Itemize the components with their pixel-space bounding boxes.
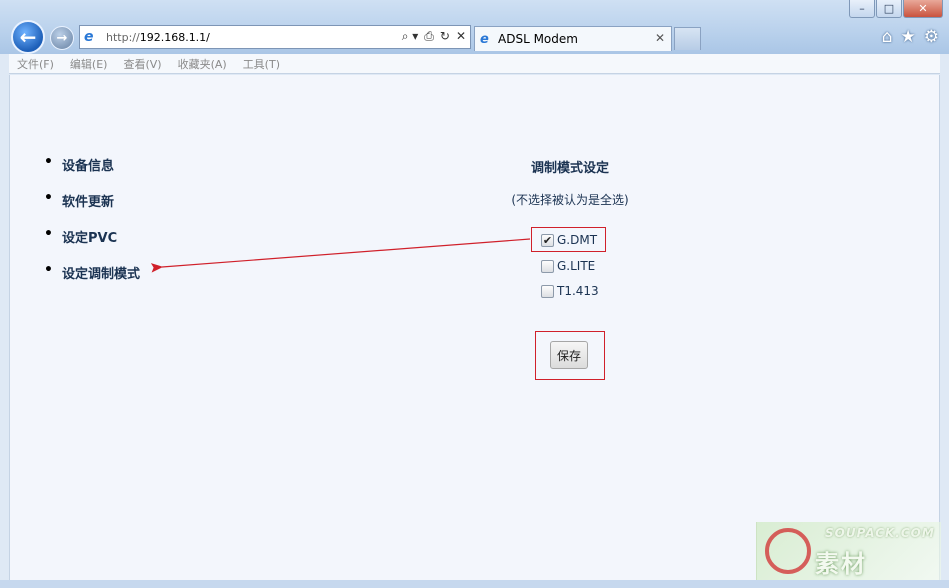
url-protocol: http:// [106, 30, 140, 44]
browser-chrome: – □ ✕ ← → e http:// 192.168.1.1/ ⌕ ▾ ⎙ ↻… [0, 0, 949, 54]
status-bar [0, 580, 949, 588]
back-button[interactable]: ← [11, 20, 45, 54]
tab-title: ADSL Modem [498, 32, 578, 46]
menu-edit[interactable]: 编辑(E) [70, 56, 108, 72]
home-icon[interactable]: ⌂ [882, 27, 893, 47]
watermark-logo-icon [765, 528, 811, 574]
refresh-icon[interactable]: ↻ [440, 29, 450, 44]
stop-icon[interactable]: ✕ [456, 29, 466, 44]
watermark-line1: SOUPACK.COM [825, 526, 935, 540]
maximize-button[interactable]: □ [876, 0, 902, 18]
watermark-line2: 素材 [815, 550, 867, 578]
menu-file[interactable]: 文件(F) [17, 56, 54, 72]
page-content: 设备信息 软件更新 设定PVC 设定调制模式 调制模式设定 (不选择被认为是全选… [9, 75, 940, 580]
menu-bar: 文件(F) 编辑(E) 查看(V) 收藏夹(A) 工具(T) [9, 54, 940, 74]
window-controls: – □ ✕ [849, 0, 943, 18]
browser-toolbar-icons: ⌂ ★ ⚙ [882, 27, 939, 47]
tab-close-button[interactable]: ✕ [655, 31, 665, 45]
url-host: 192.168.1.1/ [139, 30, 210, 44]
annotation-arrow [150, 238, 531, 273]
address-bar[interactable]: e http:// 192.168.1.1/ ⌕ ▾ ⎙ ↻ ✕ [79, 25, 471, 49]
tab-adsl-modem[interactable]: e ADSL Modem ✕ [474, 26, 672, 51]
ie-logo-icon: e [84, 29, 94, 45]
menu-favorites[interactable]: 收藏夹(A) [178, 56, 227, 72]
close-window-button[interactable]: ✕ [903, 0, 943, 18]
gear-icon[interactable]: ⚙ [924, 27, 939, 47]
menu-tools[interactable]: 工具(T) [243, 56, 280, 72]
search-icon[interactable]: ⌕ ▾ [402, 29, 419, 44]
forward-button[interactable]: → [50, 26, 74, 50]
new-tab-button[interactable] [674, 27, 701, 50]
compat-view-icon[interactable]: ⎙ [424, 29, 434, 44]
menu-view[interactable]: 查看(V) [123, 56, 161, 72]
watermark: SOUPACK.COM 素材 [756, 522, 941, 580]
minimize-button[interactable]: – [849, 0, 875, 18]
address-tools: ⌕ ▾ ⎙ ↻ ✕ [402, 29, 466, 44]
ie-logo-icon: e [480, 31, 489, 47]
arrow-right-icon: → [56, 30, 68, 46]
arrow-left-icon: ← [19, 25, 37, 49]
star-icon[interactable]: ★ [901, 27, 916, 47]
